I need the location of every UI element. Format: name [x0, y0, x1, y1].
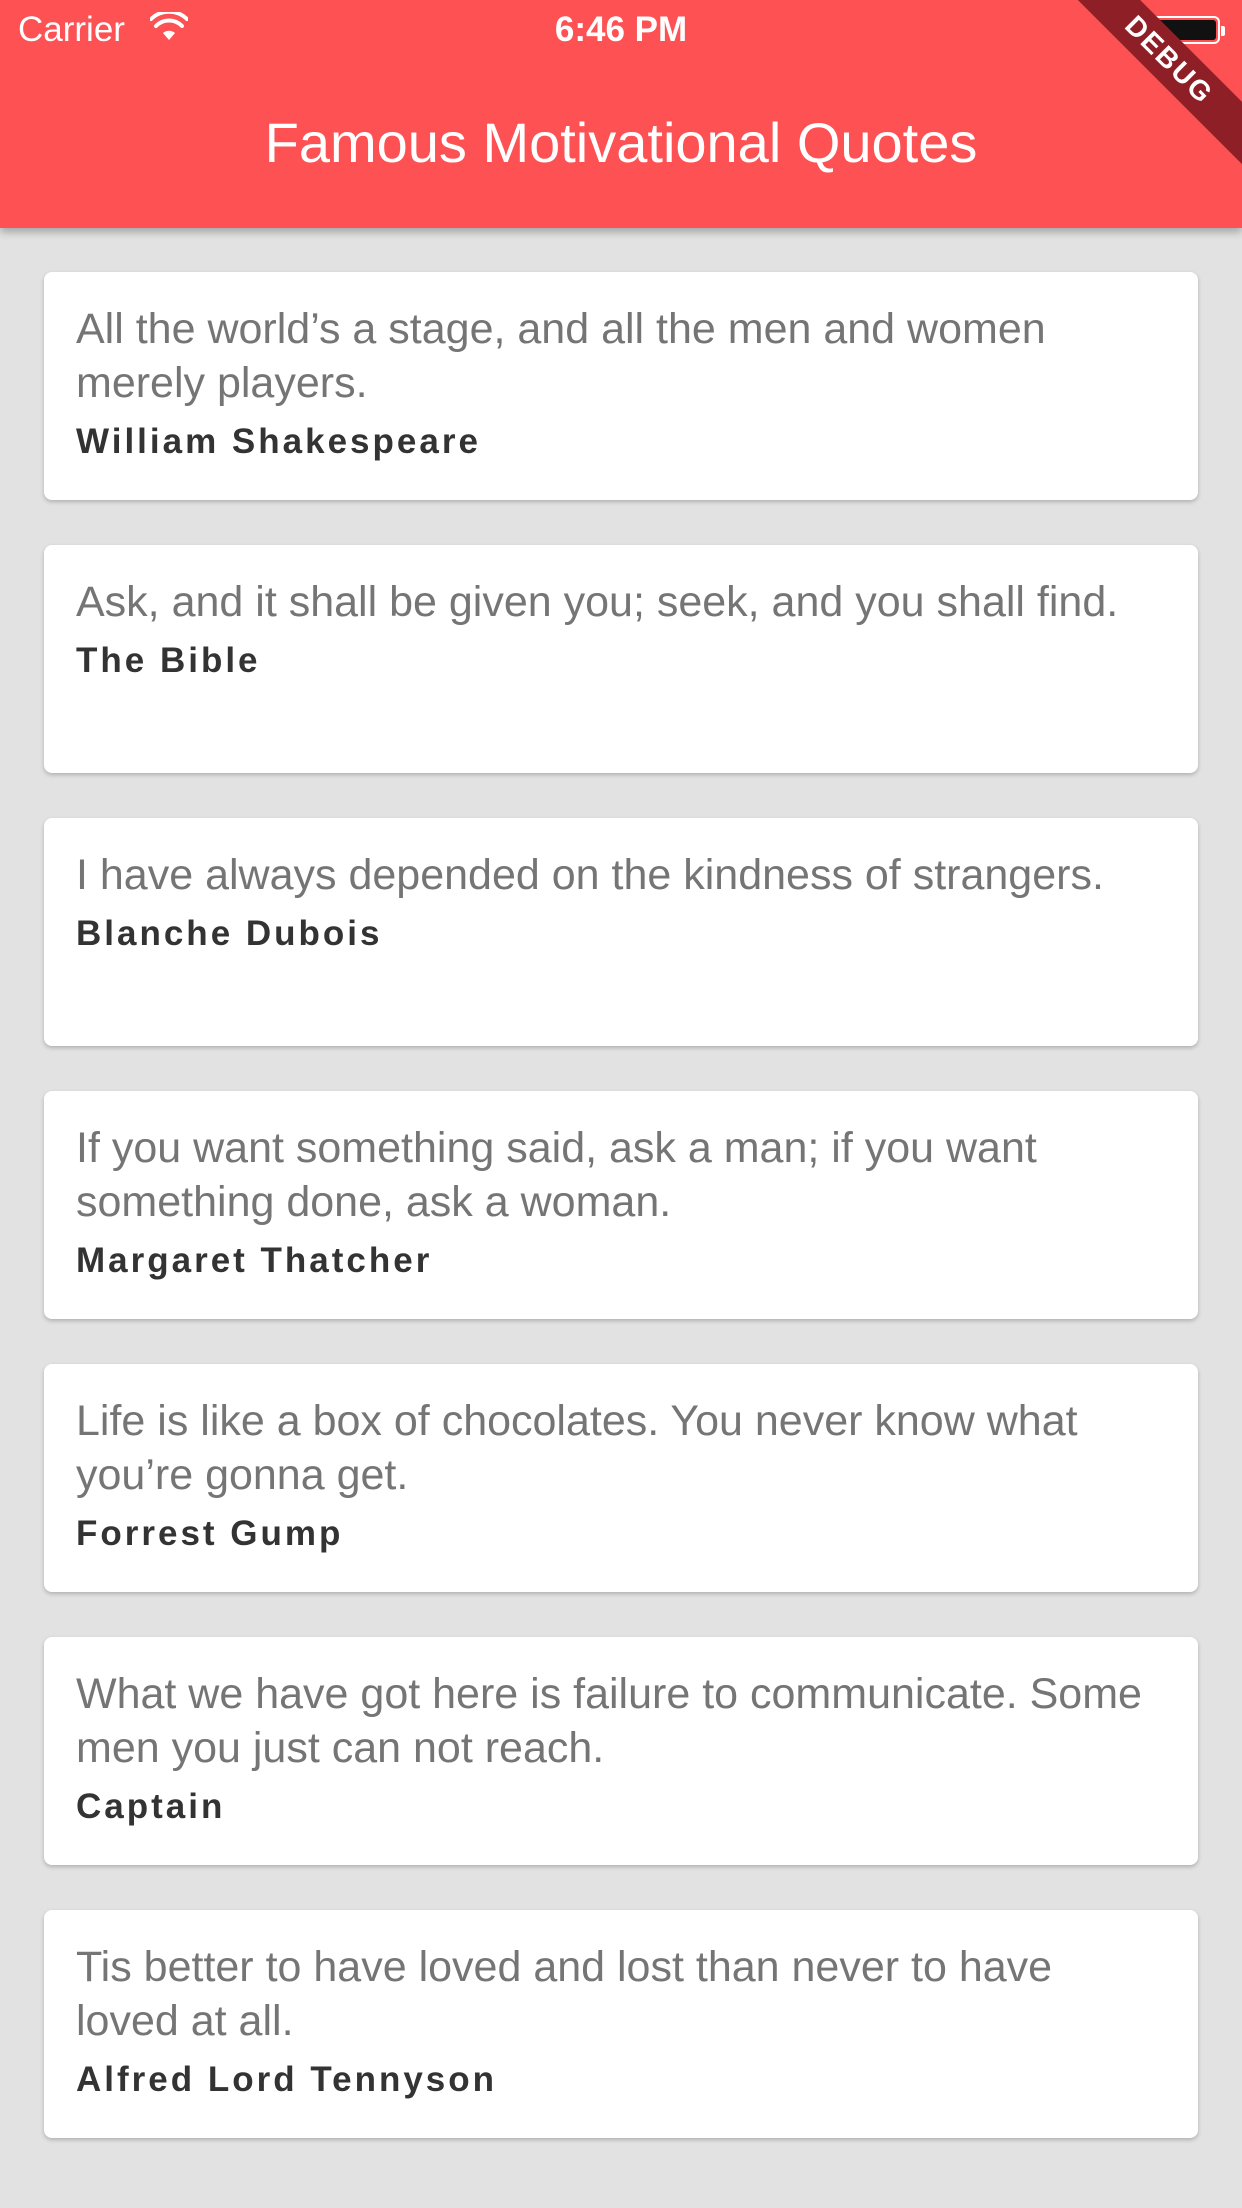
quote-text: What we have got here is failure to comm… — [76, 1670, 1142, 1772]
quote-card[interactable]: All the world’s a stage, and all the men… — [44, 272, 1198, 500]
quote-author: Captain — [76, 1787, 226, 1826]
quote-card[interactable]: Life is like a box of chocolates. You ne… — [44, 1364, 1198, 1592]
quote-text: Life is like a box of chocolates. You ne… — [76, 1397, 1078, 1499]
quote-card[interactable]: If you want something said, ask a man; i… — [44, 1091, 1198, 1319]
quote-text: All the world’s a stage, and all the men… — [76, 305, 1046, 407]
quote-author: William Shakespeare — [76, 422, 481, 461]
quote-text: Tis better to have loved and lost than n… — [76, 1943, 1053, 2045]
quote-text: If you want something said, ask a man; i… — [76, 1124, 1037, 1226]
app-bar: Carrier 6:46 PM Famous Motivational Quot… — [0, 0, 1242, 228]
quote-author: Alfred Lord Tennyson — [76, 2060, 498, 2099]
quote-author: Blanche Dubois — [76, 914, 383, 953]
quote-card[interactable]: Ask, and it shall be given you; seek, an… — [44, 545, 1198, 773]
quote-card[interactable]: What we have got here is failure to comm… — [44, 1637, 1198, 1865]
page-title: Famous Motivational Quotes — [264, 111, 978, 174]
quote-author: The Bible — [76, 641, 261, 680]
quote-author: Forrest Gump — [76, 1514, 344, 1553]
status-bar: Carrier 6:46 PM — [0, 0, 1242, 62]
quote-card[interactable]: Tis better to have loved and lost than n… — [44, 1910, 1198, 2138]
quote-text: Ask, and it shall be given you; seek, an… — [76, 578, 1119, 626]
quote-list: All the world’s a stage, and all the men… — [44, 272, 1198, 2183]
status-time: 6:46 PM — [554, 10, 688, 49]
quote-text: I have always depended on the kindness o… — [76, 851, 1104, 899]
quote-card[interactable]: I have always depended on the kindness o… — [44, 818, 1198, 1046]
quote-author: Margaret Thatcher — [76, 1241, 433, 1280]
